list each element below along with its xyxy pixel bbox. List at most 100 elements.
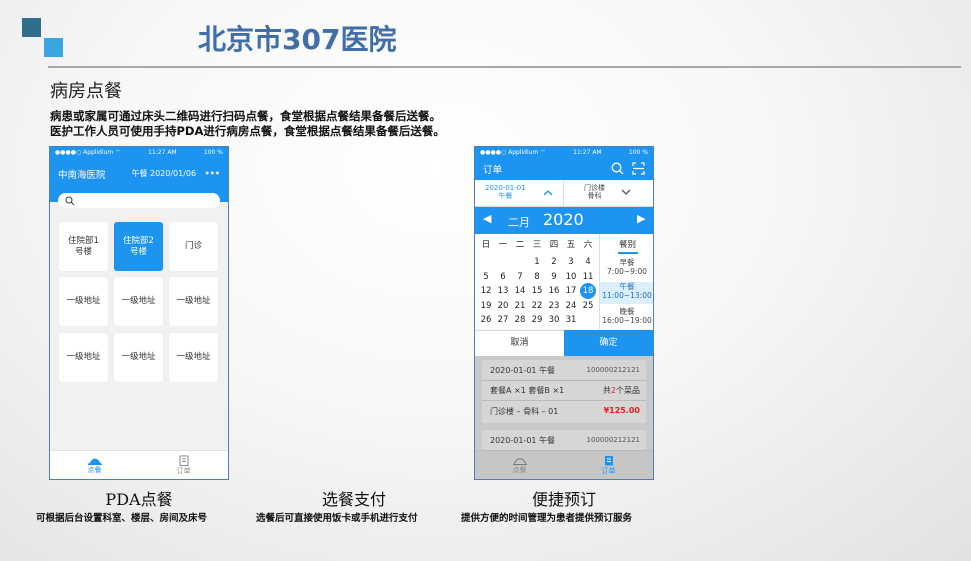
tab-order-food[interactable]: 点餐 — [475, 451, 564, 479]
prev-month-icon[interactable]: ◀ — [483, 212, 491, 225]
date-filter[interactable]: 2020-01-01 午餐 — [475, 181, 564, 206]
calendar-day[interactable]: 2 — [546, 257, 562, 267]
calendar-day[interactable]: 31 — [563, 315, 579, 325]
order-date: 2020-01-01 午餐 — [490, 366, 556, 375]
building-card-outpatient[interactable]: 门诊 — [169, 222, 218, 271]
address-card[interactable]: 一级地址 — [114, 333, 163, 382]
calendar-day[interactable]: 9 — [546, 272, 562, 282]
tab-orders[interactable]: 订单 — [564, 451, 653, 479]
description-line-1: 病患或家属可通过床头二维码进行扫码点餐，食堂根据点餐结果备餐后送餐。 — [50, 109, 441, 123]
logo-square-dark — [22, 18, 41, 37]
address-card[interactable]: 一级地址 — [169, 277, 218, 326]
calendar-day[interactable]: 13 — [495, 286, 511, 296]
order-count: 共2个菜品 — [603, 385, 640, 396]
calendar-day[interactable]: 29 — [529, 315, 545, 325]
app-header: 订单 — [475, 157, 653, 180]
calendar-day[interactable]: 15 — [529, 286, 545, 296]
month-bar: ◀ 二月 2020 ▶ — [475, 207, 653, 234]
order-number: 100000212121 — [586, 366, 640, 374]
order-place: 门诊楼 – 骨科 – 01 — [490, 407, 559, 416]
meal-name: 午餐 — [619, 282, 635, 291]
calendar-day[interactable]: 26 — [478, 315, 494, 325]
confirm-button[interactable]: 确定 — [564, 330, 653, 356]
address-card[interactable]: 一级地址 — [59, 277, 108, 326]
building-card-1[interactable]: 住院部1 号楼 — [59, 222, 108, 271]
calendar-day[interactable]: 22 — [529, 301, 545, 311]
building-card-2-selected[interactable]: 住院部2 号楼 — [114, 222, 163, 271]
caption-sub-pda: 可根据后台设置科室、楼层、房间及床号 — [36, 513, 208, 524]
calendar-day[interactable]: 10 — [563, 272, 579, 282]
time-text: 11:27 AM — [148, 148, 177, 156]
search-icon[interactable] — [611, 162, 624, 175]
tab-label: 订单 — [601, 466, 616, 475]
calendar-day[interactable]: 7 — [512, 272, 528, 282]
caption-title-pda: PDA点餐 — [105, 490, 173, 509]
battery-text: 100 % — [628, 148, 648, 156]
calendar-day[interactable]: 27 — [495, 315, 511, 325]
weekday-label: 一 — [498, 240, 508, 250]
calendar-day[interactable]: 4 — [580, 257, 596, 267]
calendar-day[interactable]: 30 — [546, 315, 562, 325]
count-prefix: 共 — [602, 386, 611, 395]
description-line-2: 医护工作人员可使用手持PDA进行病房点餐，食堂根据点餐结果备餐后送餐。 — [50, 124, 445, 138]
carrier-text: ●●●●○ Applidium ⌔ — [480, 149, 546, 156]
more-icon[interactable]: ••• — [205, 169, 220, 178]
weekday-label: 二 — [515, 240, 525, 250]
tab-orders[interactable]: 订单 — [139, 451, 228, 479]
meal-date-text: 午餐 2020/01/06 — [131, 169, 197, 178]
calendar-day[interactable]: 21 — [512, 301, 528, 311]
calendar-day[interactable]: 23 — [546, 301, 562, 311]
calendar-day[interactable]: 5 — [478, 272, 494, 282]
calendar-day-selected[interactable]: 18 — [580, 283, 596, 299]
next-month-icon[interactable]: ▶ — [637, 212, 645, 225]
dept-filter[interactable]: 门诊楼 骨科 — [564, 181, 653, 206]
dept-filter-text: 门诊楼 骨科 — [584, 184, 605, 200]
scan-icon[interactable] — [632, 162, 645, 175]
calendar-day[interactable]: 12 — [478, 286, 494, 296]
dish-icon — [512, 457, 527, 465]
search-icon — [65, 196, 75, 206]
carrier-text: ●●●●○ Applidium ⌔ — [55, 149, 121, 156]
calendar-day[interactable]: 3 — [563, 257, 579, 267]
cancel-button[interactable]: 取消 — [475, 330, 564, 356]
meal-date[interactable]: 午餐 2020/01/06 ••• — [131, 168, 220, 179]
calendar-day[interactable]: 20 — [495, 301, 511, 311]
calendar-day[interactable]: 8 — [529, 272, 545, 282]
tab-order-food[interactable]: 点餐 — [50, 451, 139, 479]
caption-sub-pay: 选餐后可直接使用饭卡或手机进行支付 — [256, 513, 418, 524]
calendar-day[interactable]: 19 — [478, 301, 494, 311]
calendar-day[interactable]: 16 — [546, 286, 562, 296]
order-divider — [482, 380, 646, 381]
filter-row: 2020-01-01 午餐 门诊楼 骨科 — [475, 181, 653, 207]
order-card[interactable]: 2020-01-01 午餐 100000212121 套餐A ×1 套餐B ×1… — [482, 360, 646, 423]
battery-text: 100 % — [203, 148, 223, 156]
caption-title-pay: 选餐支付 — [321, 490, 386, 509]
calendar-day[interactable]: 11 — [580, 272, 596, 282]
calendar-day[interactable]: 1 — [529, 257, 545, 267]
tab-label: 订单 — [176, 466, 191, 475]
caption-title-booking: 便捷预订 — [531, 490, 596, 509]
address-card[interactable]: 一级地址 — [59, 333, 108, 382]
calendar-day[interactable]: 25 — [580, 301, 596, 311]
orders-title: 订单 — [483, 164, 503, 176]
address-card[interactable]: 一级地址 — [114, 277, 163, 326]
status-bar: ●●●●○ Applidium ⌔ 11:27 AM 100 % — [475, 147, 653, 157]
month-label: 二月 — [508, 216, 530, 229]
logo-square-light — [44, 38, 63, 57]
calendar-day[interactable]: 14 — [512, 286, 528, 296]
calendar-day[interactable]: 6 — [495, 272, 511, 282]
address-card[interactable]: 一级地址 — [169, 333, 218, 382]
calendar-day[interactable]: 17 — [563, 286, 579, 296]
order-price: ¥125.00 — [603, 406, 640, 415]
meal-option-lunch-selected[interactable]: 午餐 11:00~13:00 — [600, 282, 653, 304]
meal-option-dinner[interactable]: 晚餐 16:00~19:00 — [600, 307, 653, 329]
caption-sub-booking: 提供方便的时间管理为患者提供预订服务 — [461, 513, 633, 524]
hospital-name: 中南海医院 — [58, 169, 106, 181]
meal-underline — [618, 252, 638, 254]
meal-time: 7:00~9:00 — [607, 267, 647, 276]
calendar-day[interactable]: 28 — [512, 315, 528, 325]
order-card[interactable]: 2020-01-01 午餐 100000212121 — [482, 430, 646, 450]
calendar-day[interactable]: 24 — [563, 301, 579, 311]
meal-option-breakfast[interactable]: 早餐 7:00~9:00 — [600, 258, 653, 280]
search-input[interactable] — [58, 193, 220, 208]
